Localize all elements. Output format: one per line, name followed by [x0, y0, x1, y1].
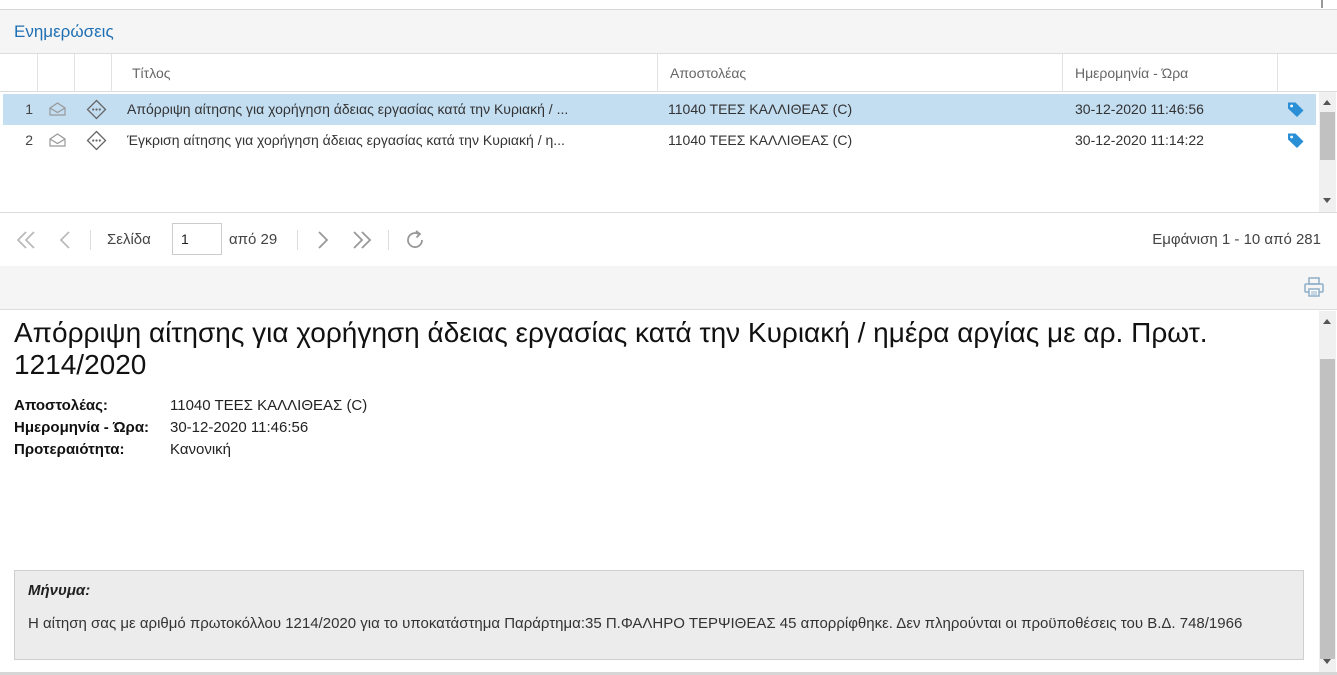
detail-scrollbar[interactable] [1319, 311, 1336, 672]
col-tag-header [1278, 54, 1337, 92]
scroll-up-arrow[interactable] [1323, 100, 1331, 105]
envelope-icon[interactable] [49, 133, 66, 147]
page-number-input[interactable] [172, 223, 222, 255]
row-datetime: 30-12-2020 11:46:56 [1075, 101, 1204, 117]
scroll-down-arrow[interactable] [1323, 198, 1331, 203]
grid-header: Τίτλος Αποστολέας Ημερομηνία - Ώρα [0, 54, 1337, 92]
col-sender-header[interactable]: Αποστολέας [658, 54, 1063, 92]
top-strip [0, 0, 1337, 10]
refresh-icon[interactable] [403, 228, 427, 252]
message-box: Μήνυμα: Η αίτηση σας με αριθμό πρωτοκόλλ… [14, 570, 1304, 660]
row-title: Έγκριση αίτησης για χορήγηση άδειας εργα… [127, 132, 565, 148]
paging-display-info: Εμφάνιση 1 - 10 από 281 [1152, 231, 1321, 248]
last-page-icon[interactable] [350, 228, 374, 252]
scroll-up-arrow[interactable] [1323, 319, 1331, 324]
scroll-thumb[interactable] [1320, 359, 1335, 659]
datetime-label: Ημερομηνία - Ώρα: [14, 419, 150, 436]
page-label: Σελίδα [107, 231, 151, 248]
row-number: 2 [25, 132, 33, 148]
info-ellipsis-icon[interactable] [86, 99, 107, 120]
row-title: Απόρριψη αίτησης για χορήγηση άδειας εργ… [127, 101, 569, 117]
grid-scrollbar[interactable] [1319, 92, 1336, 212]
print-icon[interactable] [1303, 276, 1325, 298]
col-info-header [75, 54, 112, 92]
pager: Σελίδα από 29 Εμφάνιση 1 - 10 από 281 [0, 214, 1337, 266]
col-read-header [38, 54, 75, 92]
envelope-icon[interactable] [49, 102, 66, 116]
first-page-icon[interactable] [14, 228, 38, 252]
pager-separator [388, 230, 389, 250]
row-datetime: 30-12-2020 11:14:22 [1075, 132, 1204, 148]
next-page-icon[interactable] [310, 228, 334, 252]
message-label: Μήνυμα: [28, 582, 91, 599]
col-title-header[interactable]: Τίτλος [112, 54, 658, 92]
panel-title: Ενημερώσεις [14, 22, 114, 41]
panel-header: Ενημερώσεις [0, 10, 1337, 54]
priority-value: Κανονική [170, 441, 232, 458]
detail-toolbar [0, 266, 1337, 310]
prev-page-icon[interactable] [54, 228, 78, 252]
message-body: Η αίτηση σας με αριθμό πρωτοκόλλου 1214/… [28, 615, 1243, 632]
tag-icon[interactable] [1287, 132, 1305, 149]
table-row[interactable]: 1 Απόρριψη αίτησης για χορήγηση άδειας ε… [3, 94, 1316, 125]
col-index-header [0, 54, 38, 92]
detail-title: Απόρριψη αίτησης για χορήγηση άδειας εργ… [14, 317, 1208, 380]
tag-icon[interactable] [1287, 101, 1305, 118]
priority-label: Προτεραιότητα: [14, 441, 125, 458]
pager-separator [297, 230, 298, 250]
row-sender: 11040 ΤΕΕΣ ΚΑΛΛΙΘΕΑΣ (C) [668, 101, 853, 117]
row-sender: 11040 ΤΕΕΣ ΚΑΛΛΙΘΕΑΣ (C) [668, 132, 853, 148]
scroll-down-arrow[interactable] [1323, 659, 1331, 664]
sender-value: 11040 ΤΕΕΣ ΚΑΛΛΙΘΕΑΣ (C) [170, 397, 368, 414]
message-detail: Απόρριψη αίτησης για χορήγηση άδειας εργ… [0, 311, 1318, 673]
row-number: 1 [25, 101, 33, 117]
col-datetime-header[interactable]: Ημερομηνία - Ώρα [1063, 54, 1278, 92]
grid-body: 1 Απόρριψη αίτησης για χορήγηση άδειας ε… [0, 92, 1337, 213]
datetime-value: 30-12-2020 11:46:56 [170, 419, 309, 436]
pager-separator [90, 230, 91, 250]
table-row[interactable]: 2 Έγκριση αίτησης για χορήγηση άδειας ερ… [3, 125, 1316, 156]
scroll-thumb[interactable] [1320, 112, 1335, 160]
info-ellipsis-icon[interactable] [86, 130, 107, 151]
scrollbar-stub [1321, 0, 1323, 8]
sender-label: Αποστολέας: [14, 397, 108, 414]
page-count-label: από 29 [229, 231, 278, 248]
